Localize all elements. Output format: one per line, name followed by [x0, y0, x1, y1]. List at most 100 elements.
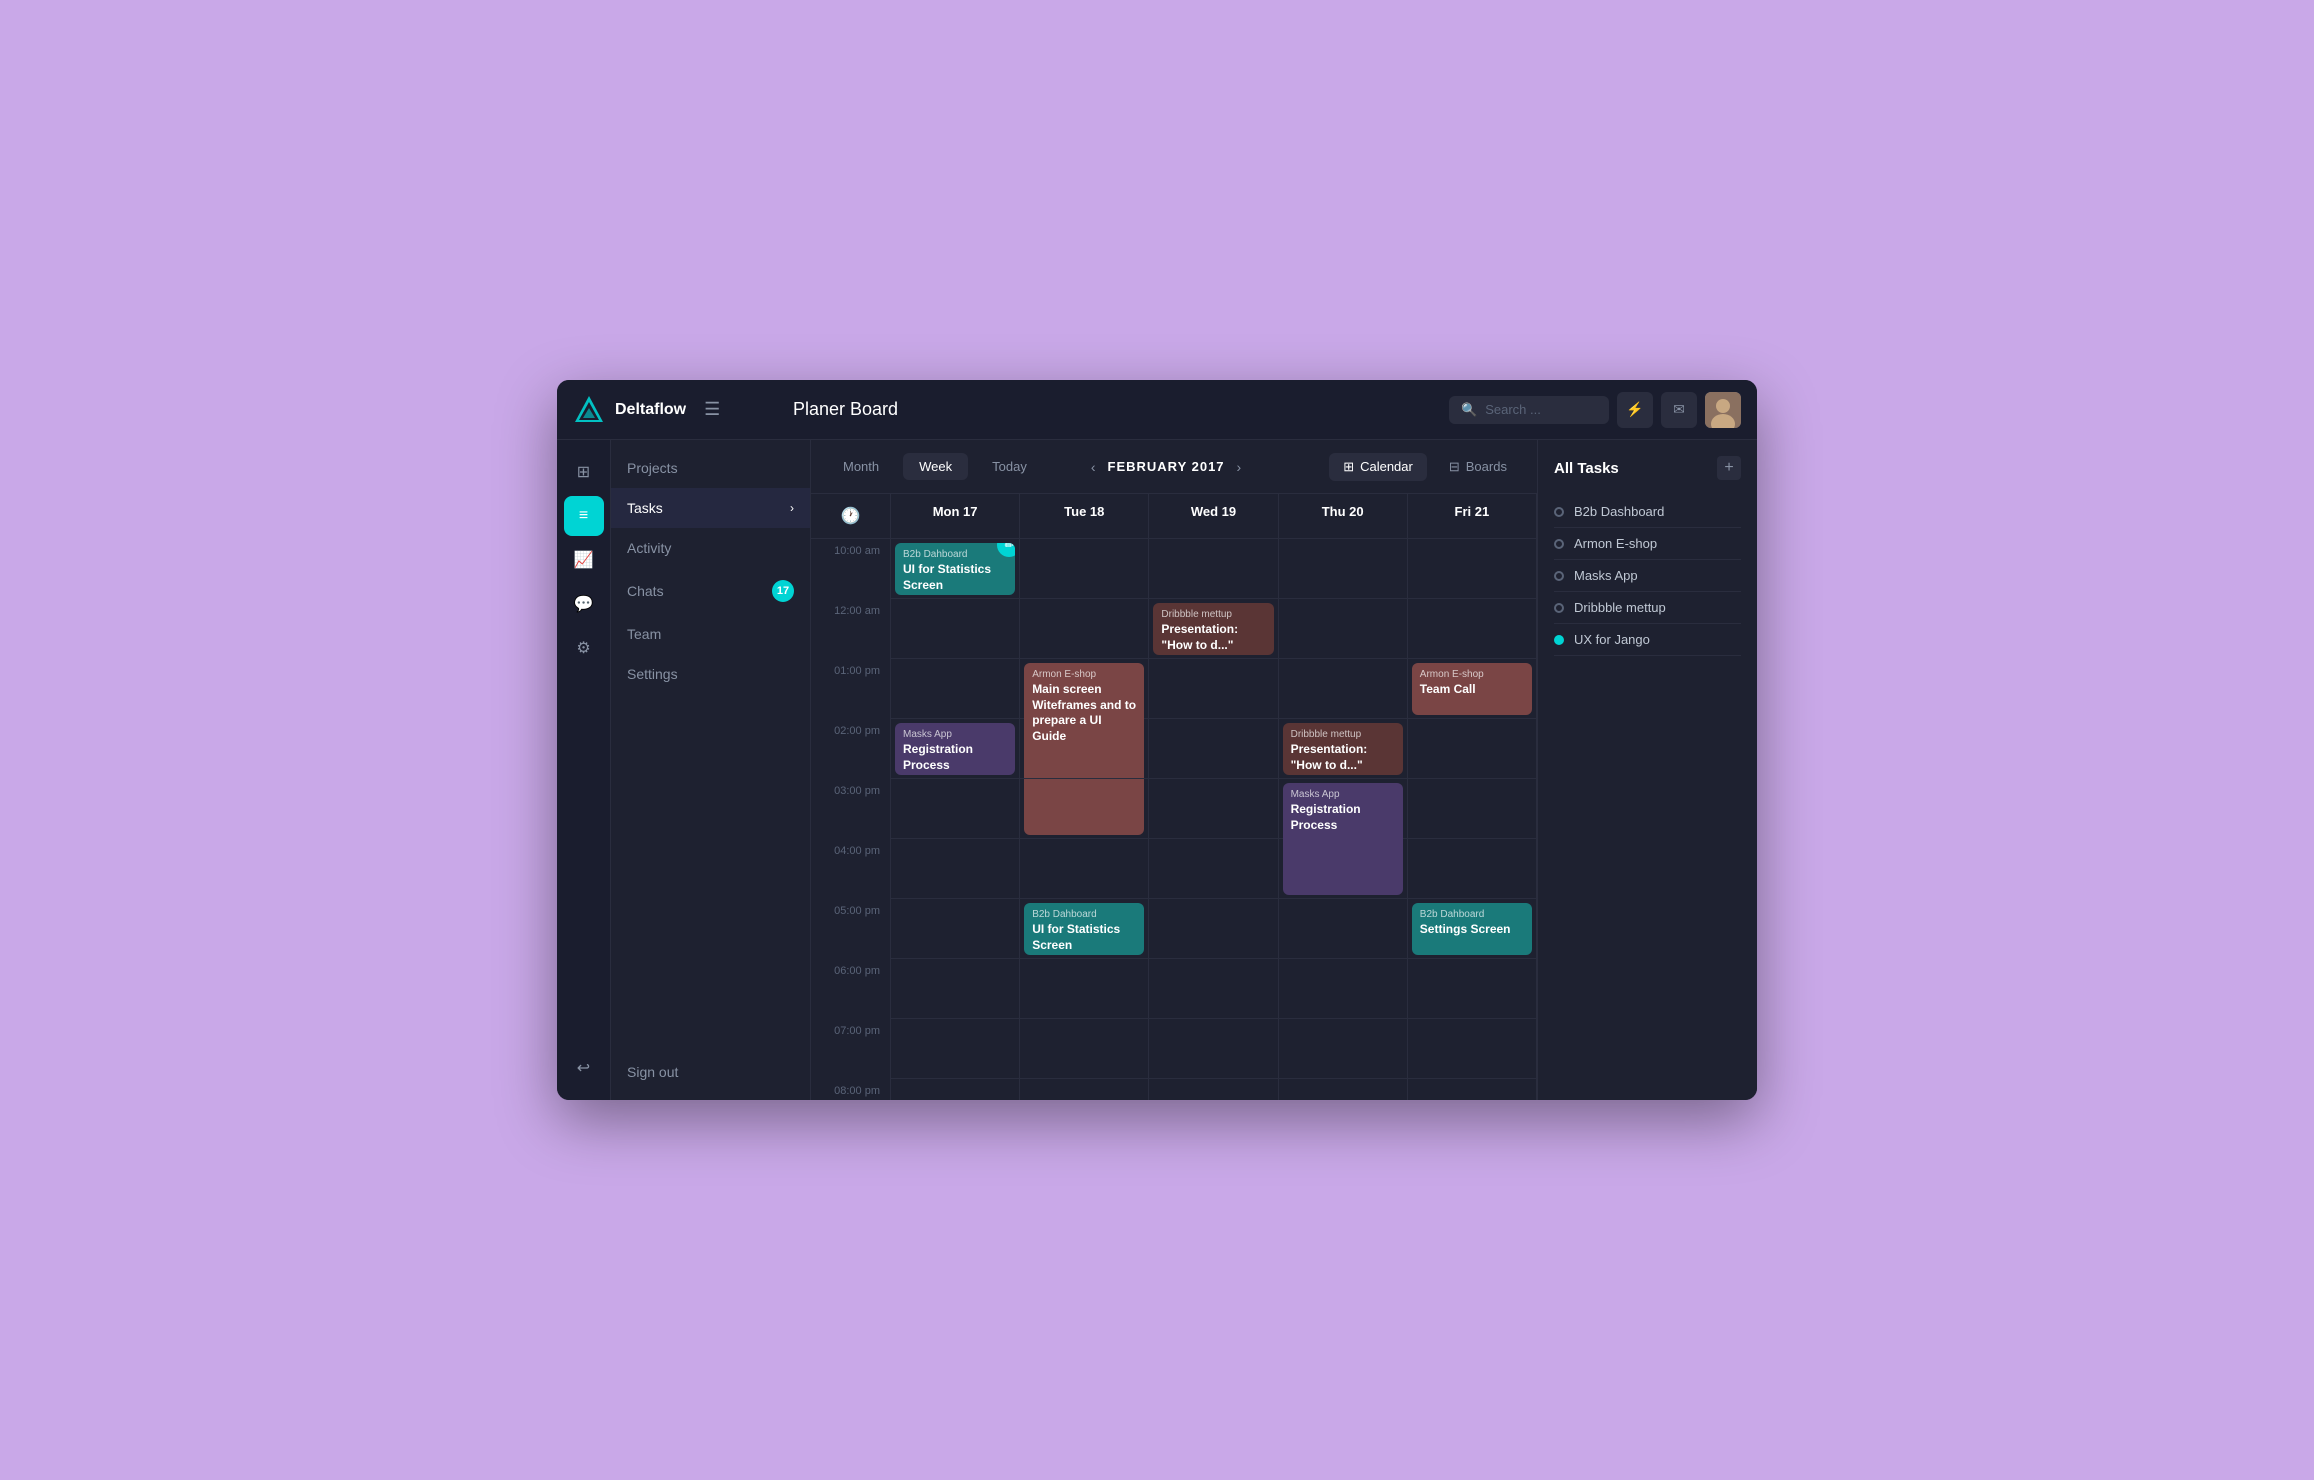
nav-item-activity[interactable]: Activity [611, 528, 810, 568]
event-title: UI for Statistics Screen [903, 562, 1007, 593]
day-cell[interactable] [1149, 779, 1278, 839]
day-cell[interactable] [1149, 539, 1278, 599]
add-task-btn[interactable]: + [1717, 456, 1741, 480]
day-cell[interactable] [1279, 839, 1408, 899]
day-cell[interactable]: Armon E-shopMain screen Witeframes and t… [1020, 659, 1149, 719]
day-cell[interactable] [1020, 539, 1149, 599]
day-cell[interactable] [1408, 1079, 1537, 1100]
event-card[interactable]: Armon E-shopTeam Call [1412, 663, 1532, 715]
next-month-btn[interactable]: › [1237, 459, 1242, 475]
icon-sidebar: ⊞ ≡ 📈 💬 ⚙ ↩ [557, 440, 611, 1100]
day-cell[interactable] [1279, 899, 1408, 959]
event-card[interactable]: B2b DahboardSettings Screen [1412, 903, 1532, 955]
day-cell[interactable] [1279, 599, 1408, 659]
day-cell[interactable] [1408, 719, 1537, 779]
task-name: Armon E-shop [1574, 536, 1657, 551]
logo-icon [573, 394, 605, 426]
nav-item-settings[interactable]: Settings [611, 654, 810, 694]
day-cell[interactable] [1149, 839, 1278, 899]
day-cell[interactable] [1279, 539, 1408, 599]
day-cell[interactable] [1149, 659, 1278, 719]
day-cell[interactable] [1408, 599, 1537, 659]
task-list-item[interactable]: Dribbble mettup [1554, 592, 1741, 624]
event-title: Registration Process [903, 742, 1007, 773]
task-list-item[interactable]: UX for Jango [1554, 624, 1741, 656]
day-cell[interactable] [1149, 959, 1278, 1019]
task-dot [1554, 635, 1564, 645]
view-month-btn[interactable]: Month [827, 453, 895, 480]
day-cell[interactable] [1279, 959, 1408, 1019]
sidebar-icon-team[interactable]: ⚙ [564, 628, 604, 668]
day-cell[interactable] [1020, 779, 1149, 839]
view-today-btn[interactable]: Today [976, 453, 1043, 480]
day-cell[interactable] [1279, 1019, 1408, 1079]
task-dot [1554, 571, 1564, 581]
day-cell[interactable]: Armon E-shopTeam Call [1408, 659, 1537, 719]
day-cell[interactable] [891, 659, 1020, 719]
day-cell[interactable] [1408, 959, 1537, 1019]
day-cell[interactable] [1408, 539, 1537, 599]
day-cell[interactable] [1020, 599, 1149, 659]
sidebar-icon-chats[interactable]: 💬 [564, 584, 604, 624]
activity-btn[interactable]: ⚡ [1617, 392, 1653, 428]
task-list-item[interactable]: B2b Dashboard [1554, 496, 1741, 528]
sidebar-icon-tasks[interactable]: ≡ [564, 496, 604, 536]
day-cell[interactable] [891, 1079, 1020, 1100]
day-cell[interactable] [891, 1019, 1020, 1079]
day-cell[interactable]: B2b DahboardUI for Statistics Screen [1020, 899, 1149, 959]
day-cell[interactable]: Dribbble mettupPresentation: "How to d..… [1279, 719, 1408, 779]
day-cell[interactable] [1408, 779, 1537, 839]
event-card[interactable]: B2b DahboardUI for Statistics Screen [1024, 903, 1144, 955]
day-cell[interactable] [1279, 659, 1408, 719]
main-content: ⊞ ≡ 📈 💬 ⚙ ↩ Projects Tasks › Activity Ch… [557, 440, 1757, 1100]
day-cell[interactable] [1149, 719, 1278, 779]
view-week-btn[interactable]: Week [903, 453, 968, 480]
calendar-toggle-btn[interactable]: ⊞ Calendar [1329, 453, 1427, 481]
day-cell[interactable] [1149, 899, 1278, 959]
event-card[interactable]: B2b DahboardUI for Statistics Screen✏ [895, 543, 1015, 595]
day-cell[interactable] [891, 599, 1020, 659]
sidebar-icon-signout[interactable]: ↩ [564, 1048, 604, 1088]
nav-item-signout[interactable]: Sign out [611, 1052, 810, 1092]
task-list-item[interactable]: Masks App [1554, 560, 1741, 592]
day-cell[interactable] [1020, 959, 1149, 1019]
nav-item-projects[interactable]: Projects [611, 448, 810, 488]
day-cell[interactable] [1020, 719, 1149, 779]
day-cell[interactable] [1279, 1079, 1408, 1100]
task-name: Dribbble mettup [1574, 600, 1666, 615]
nav-item-team[interactable]: Team [611, 614, 810, 654]
day-cell[interactable] [891, 839, 1020, 899]
day-cell[interactable] [1020, 839, 1149, 899]
sidebar-icon-dashboard[interactable]: ⊞ [564, 452, 604, 492]
sidebar-icon-activity[interactable]: 📈 [564, 540, 604, 580]
nav-item-tasks[interactable]: Tasks › [611, 488, 810, 528]
search-box[interactable]: 🔍 Search ... [1449, 396, 1609, 424]
day-cell[interactable] [1408, 1019, 1537, 1079]
day-cell[interactable] [1020, 1079, 1149, 1100]
clock-header-cell: 🕐 [811, 494, 891, 538]
mail-btn[interactable]: ✉ [1661, 392, 1697, 428]
event-card[interactable]: Dribbble mettupPresentation: "How to d..… [1153, 603, 1273, 655]
day-cell[interactable] [1408, 839, 1537, 899]
day-cell[interactable]: B2b DahboardUI for Statistics Screen✏ [891, 539, 1020, 599]
day-cell[interactable]: Masks AppRegistration Process [1279, 779, 1408, 839]
menu-icon[interactable]: ☰ [704, 399, 720, 420]
day-cell[interactable]: B2b DahboardSettings Screen [1408, 899, 1537, 959]
event-card[interactable]: Masks AppRegistration Process [895, 723, 1015, 775]
day-cell[interactable] [891, 779, 1020, 839]
day-cell[interactable] [1020, 1019, 1149, 1079]
day-cell[interactable] [1149, 1079, 1278, 1100]
task-list-item[interactable]: Armon E-shop [1554, 528, 1741, 560]
right-panel: All Tasks + B2b DashboardArmon E-shopMas… [1537, 440, 1757, 1100]
day-cell[interactable]: Dribbble mettupPresentation: "How to d..… [1149, 599, 1278, 659]
day-cell[interactable] [1149, 1019, 1278, 1079]
day-cell[interactable]: Masks AppRegistration Process [891, 719, 1020, 779]
prev-month-btn[interactable]: ‹ [1091, 459, 1096, 475]
day-cell[interactable] [891, 899, 1020, 959]
avatar[interactable] [1705, 392, 1741, 428]
nav-item-chats[interactable]: Chats 17 [611, 568, 810, 614]
boards-toggle-btn[interactable]: ⊟ Boards [1435, 453, 1521, 481]
time-label: 10:00 am [811, 539, 891, 599]
day-cell[interactable] [891, 959, 1020, 1019]
event-card[interactable]: Dribbble mettupPresentation: "How to d..… [1283, 723, 1403, 775]
